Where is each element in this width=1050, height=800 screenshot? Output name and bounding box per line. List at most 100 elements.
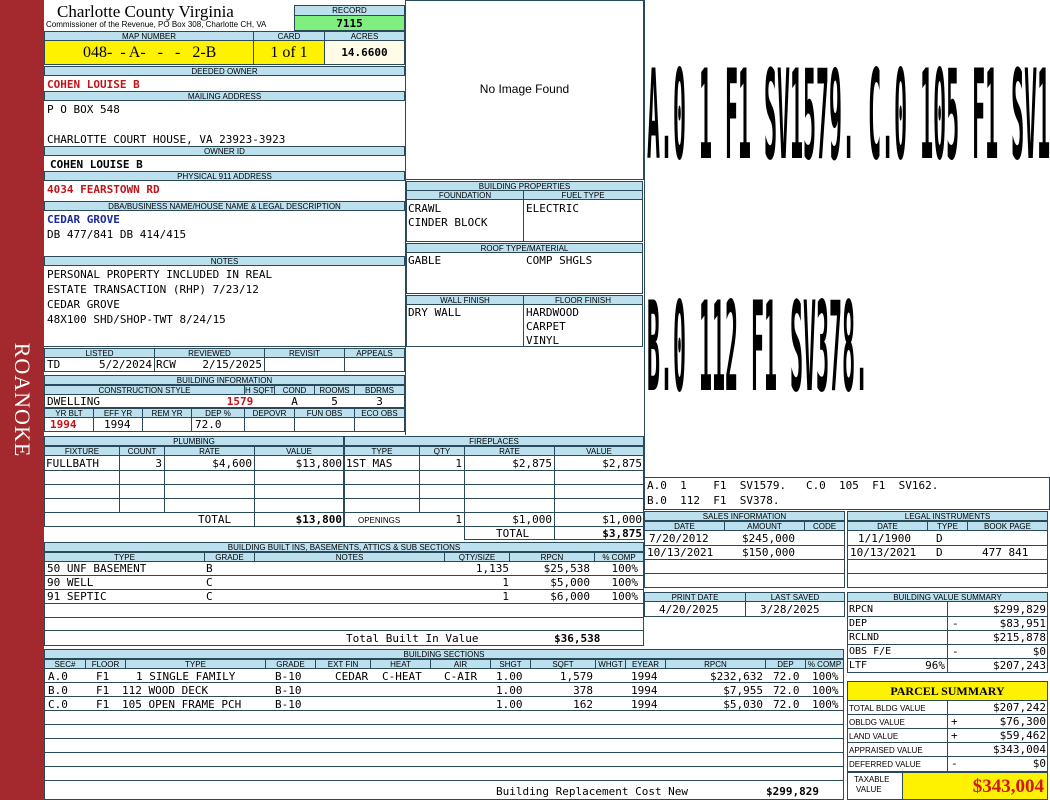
plumb-row-1 <box>44 470 344 471</box>
plumb-row-2 <box>44 484 344 485</box>
vs-label-obs: OBS F/E <box>849 646 892 657</box>
plumb-fixture-value: FULLBATH <box>46 457 99 470</box>
taxable-value-box: $343,004 <box>902 772 1048 800</box>
builtins-row-3 <box>44 603 644 604</box>
vs-value-rpcn: $299,829 <box>993 603 1046 616</box>
owner-id-value: COHEN LOUISE B <box>50 158 143 171</box>
ps-value-deferred: $0 <box>1032 757 1046 770</box>
taxable-label-2: VALUE <box>856 785 882 794</box>
hsqft-value: 1579 <box>226 395 254 408</box>
plumb-rate-value: $4,600 <box>212 457 252 470</box>
sec-a-shgt: 1.00 <box>496 670 523 683</box>
plumb-count-value: 3 <box>155 457 162 470</box>
sec-a-type: 1 SINGLE FAMILY <box>136 670 236 683</box>
fp-openings-label: OPENINGS <box>358 516 401 525</box>
notes-line-1: PERSONAL PROPERTY INCLUDED IN REAL <box>47 268 273 281</box>
ps-value-appraised: $343,004 <box>993 743 1046 756</box>
sec-a-sqft: 1,579 <box>559 670 593 683</box>
sec-a-heat: C-HEAT <box>382 670 422 683</box>
notes-bottom-border <box>44 346 405 347</box>
ps-value-total-bldg: $207,242 <box>993 701 1046 714</box>
sec-c-dep: 72.0 <box>773 698 800 711</box>
vs-value-rclnd: $215,878 <box>993 631 1046 644</box>
deeded-owner-value: COHEN LOUISE B <box>47 78 140 91</box>
fp-openings-qty: 1 <box>455 513 462 526</box>
legal-type-1: D <box>936 532 943 545</box>
building-info-row-2 <box>44 417 405 432</box>
sec-a-dep: 72.0 <box>773 670 800 683</box>
reviewed-date: 2/15/2025 <box>202 358 262 371</box>
builtins-rpcn-3: $6,000 <box>550 590 590 603</box>
sec-row-8 <box>44 780 844 781</box>
effyr-value: 1994 <box>104 418 131 431</box>
ps-value-obldg: $76,300 <box>999 715 1046 728</box>
sketch-legend-line-2: B.0 112 F1 SV378. <box>647 494 780 507</box>
builtins-rpcn-1: $25,538 <box>543 562 590 575</box>
dba-name: CEDAR GROVE <box>47 213 120 226</box>
notes-line-2: ESTATE TRANSACTION (RHP) 7/23/12 <box>47 283 259 296</box>
builtins-type-2: 90 WELL <box>47 576 94 589</box>
vs-label-ltf: LTF <box>849 660 868 671</box>
ps-label-land: LAND VALUE <box>849 732 899 741</box>
sec-c-sec: C.0 <box>48 698 68 711</box>
builtins-total-value: $36,538 <box>554 632 601 645</box>
sketch-legend-line-1: A.0 1 F1 SV1579. C.0 105 F1 SV162. <box>647 479 939 492</box>
map-number-box: 048- - A- - - 2-B <box>44 40 254 65</box>
plumb-total-label: TOTAL <box>198 513 232 526</box>
foundation-2: CINDER BLOCK <box>408 216 488 229</box>
fp-type-value: 1ST MAS <box>346 457 393 470</box>
vs-value-ltf: $207,243 <box>993 659 1046 672</box>
bdrms-value: 3 <box>376 395 383 408</box>
sales-amount-2: $150,000 <box>742 546 795 559</box>
sec-a-grade: B-10 <box>275 670 302 683</box>
sales-row-3 <box>644 573 845 574</box>
builtins-total-label: Total Built In Value <box>346 632 479 645</box>
physical-address-value: 4034 FEARSTOWN RD <box>47 183 160 196</box>
legal-label: LEGAL INSTRUMENTS <box>847 511 1048 521</box>
fp-rate-value: $2,875 <box>512 457 552 470</box>
bi-div-5 <box>294 417 295 432</box>
card-box: 1 of 1 <box>253 40 325 65</box>
vs-label-dep: DEP <box>849 618 868 629</box>
ps-label-total-bldg: TOTAL BLDG VALUE <box>849 704 926 713</box>
notes-line-4: 48X100 SHD/SHOP-TWT 8/24/15 <box>47 313 226 326</box>
sec-b-floor: F1 <box>96 684 110 697</box>
image-area: No Image Found <box>405 0 644 180</box>
sketch-label-line-1: A.0 1 F1 SV1579. C.0 105 F1 SV162. <box>647 40 1050 189</box>
yrblt-value: 1994 <box>50 418 77 431</box>
county-title: Charlotte County Virginia <box>57 2 234 21</box>
ps-div-1 <box>947 700 948 772</box>
builtins-grade-3: C <box>206 590 213 603</box>
cond-value: A <box>291 395 298 408</box>
print-date-value: 4/20/2025 <box>659 603 719 616</box>
roof-box <box>406 252 643 294</box>
vs-div-1 <box>947 601 948 673</box>
floor-finish-1: HARDWOOD <box>526 306 579 319</box>
sec-c-shgt: 1.00 <box>496 698 523 711</box>
sec-b-dep: 72.0 <box>773 684 800 697</box>
sections-total-label: Building Replacement Cost New <box>496 785 689 798</box>
sec-c-type: 105 OPEN FRAME PCH <box>122 698 242 711</box>
builtins-label: BUILDING BUILT INS, BASEMENTS, ATTICS & … <box>44 542 644 552</box>
vs-value-obs: $0 <box>1032 645 1046 658</box>
fp-openings-value: $1,000 <box>602 513 642 526</box>
sec-b-grade: B-10 <box>275 684 302 697</box>
listed-by: TD <box>47 358 61 371</box>
sales-amount-1: $245,000 <box>742 532 795 545</box>
legal-row-2 <box>847 559 1048 560</box>
builtins-qty-3: 1 <box>502 590 509 603</box>
sketch-label-line-2: B.0 112 F1 SV378. <box>647 272 869 421</box>
sec-row-6 <box>44 752 844 753</box>
vs-sign-ltf: 96% <box>925 659 945 672</box>
taxable-value: $343,004 <box>972 776 1044 797</box>
builtins-rpcn-2: $5,000 <box>550 576 590 589</box>
builtins-comp-1: 100% <box>611 562 639 575</box>
left-sidebar: ROANOKE <box>0 0 44 800</box>
roof-type-value: GABLE <box>408 254 442 267</box>
card-value: 1 of 1 <box>270 44 308 61</box>
floor-finish-3: VINYL <box>526 334 560 347</box>
mailing-address-label: MAILING ADDRESS <box>44 91 405 101</box>
review-div-1 <box>154 357 155 372</box>
fp-row-3 <box>344 498 644 499</box>
ps-value-land: $59,462 <box>999 729 1046 742</box>
